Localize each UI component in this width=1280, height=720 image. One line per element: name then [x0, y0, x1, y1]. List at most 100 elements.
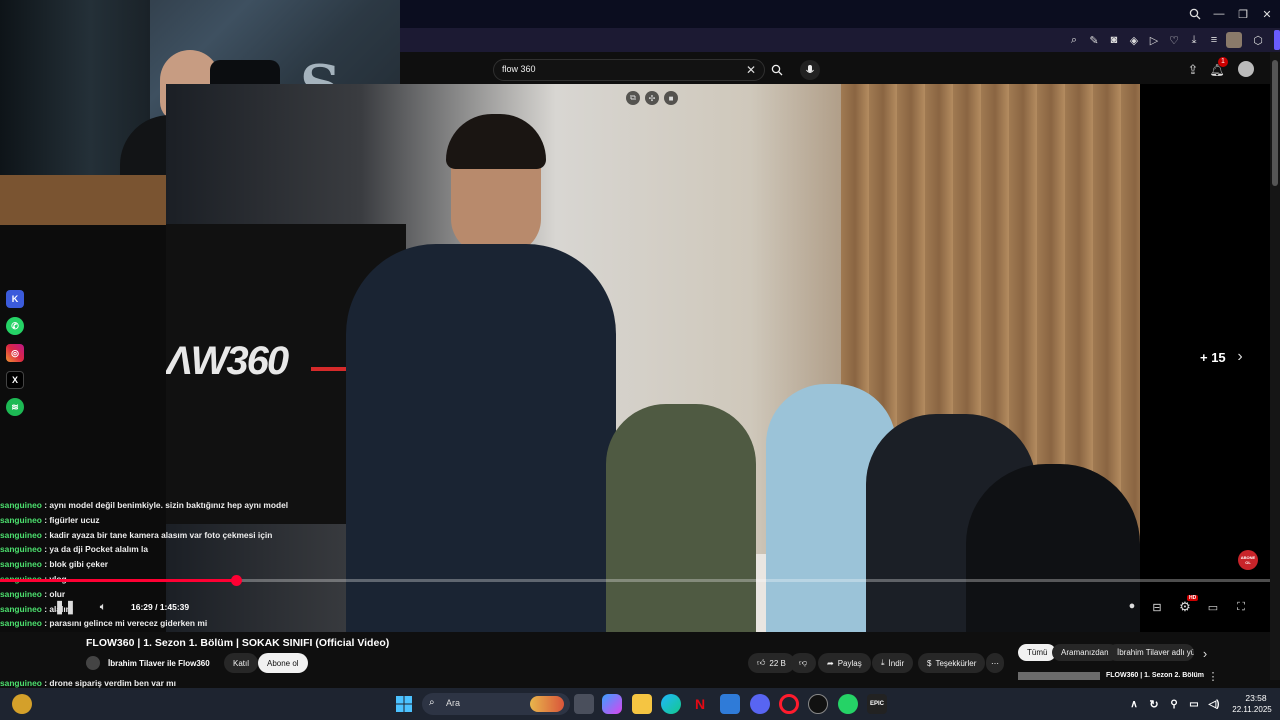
- tray-display-icon[interactable]: ▭: [1184, 694, 1204, 714]
- chat-username[interactable]: sanguineo: [0, 515, 42, 525]
- pause-icon[interactable]: ❚❚: [54, 598, 76, 616]
- chat-username[interactable]: sanguineo: [0, 559, 42, 569]
- edit-icon[interactable]: ✎: [1086, 32, 1102, 48]
- volume-icon[interactable]: 🔈︎: [94, 598, 112, 616]
- time-display: 16:29 / 1:45:39: [131, 602, 190, 612]
- join-button[interactable]: Katıl: [224, 653, 259, 673]
- subscribe-button[interactable]: Abone ol: [258, 653, 308, 673]
- autoplay-toggle[interactable]: ●: [1124, 600, 1140, 612]
- chips-next-icon[interactable]: ›: [1198, 646, 1212, 661]
- tray-speaker-icon[interactable]: ◁): [1204, 694, 1224, 714]
- channel-name[interactable]: İbrahim Tilaver ile Flow360: [108, 659, 210, 668]
- chat-username[interactable]: sanguineo: [0, 530, 42, 540]
- spotify-icon[interactable]: ≋: [6, 398, 24, 416]
- chat-username[interactable]: sanguineo: [0, 589, 42, 599]
- tray-chevron-icon[interactable]: ∧: [1124, 694, 1144, 714]
- chevron-right-icon[interactable]: ›: [1232, 347, 1248, 367]
- minimize-icon[interactable]: —: [1210, 5, 1228, 23]
- upload-icon[interactable]: ⇪: [1184, 61, 1202, 79]
- side-video-menu-icon[interactable]: ⋮: [1208, 671, 1219, 683]
- subtitles-icon[interactable]: ⊟: [1148, 598, 1166, 616]
- whatsapp-taskbar-icon[interactable]: [838, 694, 858, 714]
- chat-message: sanguineo : figürler ucuz: [0, 513, 400, 528]
- chat-username[interactable]: sanguineo: [0, 604, 42, 614]
- subscribe-label: Abone ol: [267, 658, 299, 668]
- file-explorer-icon[interactable]: [632, 694, 652, 714]
- restore-icon[interactable]: ❐: [1234, 5, 1252, 23]
- whatsapp-icon[interactable]: ✆: [6, 317, 24, 335]
- search-input[interactable]: flow 360 ✕: [493, 59, 765, 81]
- close-icon[interactable]: ✕: [1258, 5, 1276, 23]
- channel-avatar[interactable]: [86, 656, 100, 670]
- tray-mic-icon[interactable]: ⚲: [1164, 694, 1184, 714]
- opera-icon[interactable]: [779, 694, 799, 714]
- shield-icon[interactable]: ◈: [1126, 32, 1142, 48]
- copilot-icon[interactable]: [602, 694, 622, 714]
- search-button-icon[interactable]: [768, 61, 786, 79]
- camera-icon[interactable]: ◙: [1106, 32, 1122, 48]
- thumbs-down-icon: 👎︎: [799, 658, 808, 667]
- netflix-icon[interactable]: N: [690, 694, 710, 714]
- thumbs-up-icon: 👍︎: [757, 658, 766, 667]
- fullscreen-icon[interactable]: ⛶: [1232, 598, 1250, 616]
- subscribe-watermark[interactable]: ABONE OL: [1238, 550, 1258, 570]
- taskbar-search-icon: ⌕: [429, 697, 435, 708]
- chat-message: sanguineo : aynı model değil benimkiyle.…: [0, 498, 400, 513]
- scrollbar-thumb[interactable]: [1272, 60, 1278, 186]
- theater-mode-icon[interactable]: ▭: [1204, 598, 1222, 616]
- edge-icon[interactable]: [661, 694, 681, 714]
- share-label: Paylaş: [837, 658, 862, 668]
- taskbar-search[interactable]: ⌕ Ara: [422, 693, 570, 715]
- social-icons: K ✆ ◎ X ≋: [6, 290, 28, 425]
- mail-icon[interactable]: [720, 694, 740, 714]
- chat-username[interactable]: sanguineo: [0, 618, 42, 628]
- windows-start-icon[interactable]: [394, 694, 414, 714]
- share-overlay-icon[interactable]: ✣: [645, 91, 659, 105]
- search-icon[interactable]: [1186, 5, 1204, 23]
- zoom-icon[interactable]: ⌕: [1066, 32, 1082, 48]
- video-title: FLOW360 | 1. Sezon 1. Bölüm | SOKAK SINI…: [86, 637, 390, 649]
- clock-date[interactable]: 22.11.2025: [1226, 705, 1278, 714]
- instagram-icon[interactable]: ◎: [6, 344, 24, 362]
- tray-sync-icon[interactable]: ↻: [1144, 694, 1164, 714]
- download-icon[interactable]: ⤓: [1186, 32, 1202, 48]
- chip-all-label: Tümü: [1027, 648, 1048, 657]
- chat-message: sanguineo : blok gibi çeker: [0, 557, 400, 572]
- download-video-icon: ⤓: [881, 658, 885, 667]
- thanks-button[interactable]: $ Teşekkürler: [918, 653, 986, 673]
- more-actions-button[interactable]: ⋯: [986, 653, 1004, 673]
- video-presenter-hair: [446, 114, 546, 169]
- side-video-thumbnail[interactable]: [1018, 672, 1100, 680]
- chip-from-search-label: Aramanızdan: [1061, 648, 1109, 657]
- video-logo-text: ɅW360: [166, 339, 289, 383]
- profile-avatar[interactable]: [1226, 32, 1242, 48]
- chat-username[interactable]: sanguineo: [0, 544, 42, 554]
- chatgpt-icon[interactable]: [808, 694, 828, 714]
- weather-icon[interactable]: [12, 694, 32, 714]
- microphone-icon[interactable]: [800, 60, 820, 80]
- video-person-2: [606, 404, 756, 632]
- side-video-title[interactable]: FLOW360 | 1. Sezon 2. Bölüm – Sükrat Sos…: [1106, 672, 1206, 680]
- chat-username[interactable]: sanguineo: [0, 500, 42, 510]
- account-avatar[interactable]: [1238, 61, 1254, 77]
- miniplayer-icon[interactable]: ⧉: [626, 91, 640, 105]
- task-view-icon[interactable]: [574, 694, 594, 714]
- like-button[interactable]: 👍︎ 22 B: [748, 653, 795, 673]
- chip-channel[interactable]: İbrahim Tilaver adlı yük: [1108, 644, 1194, 661]
- clock-time[interactable]: 23:58: [1236, 693, 1276, 703]
- heart-icon[interactable]: ♡: [1166, 32, 1182, 48]
- camera-overlay-icon[interactable]: ■: [664, 91, 678, 105]
- epic-games-icon[interactable]: EPIC: [867, 694, 887, 714]
- join-label: Katıl: [233, 658, 250, 668]
- extension-icon[interactable]: ⬡: [1250, 32, 1266, 48]
- x-icon[interactable]: X: [6, 371, 24, 389]
- share-button[interactable]: ➦ Paylaş: [818, 653, 871, 673]
- chip-all[interactable]: Tümü: [1018, 644, 1057, 661]
- discord-icon[interactable]: [750, 694, 770, 714]
- play-icon[interactable]: ▷: [1146, 32, 1162, 48]
- dislike-button[interactable]: 👎︎: [790, 653, 817, 673]
- clear-search-icon[interactable]: ✕: [744, 63, 758, 77]
- menu-icon[interactable]: ≡: [1206, 32, 1222, 48]
- download-button[interactable]: ⤓ İndir: [872, 653, 914, 673]
- kick-icon[interactable]: K: [6, 290, 24, 308]
